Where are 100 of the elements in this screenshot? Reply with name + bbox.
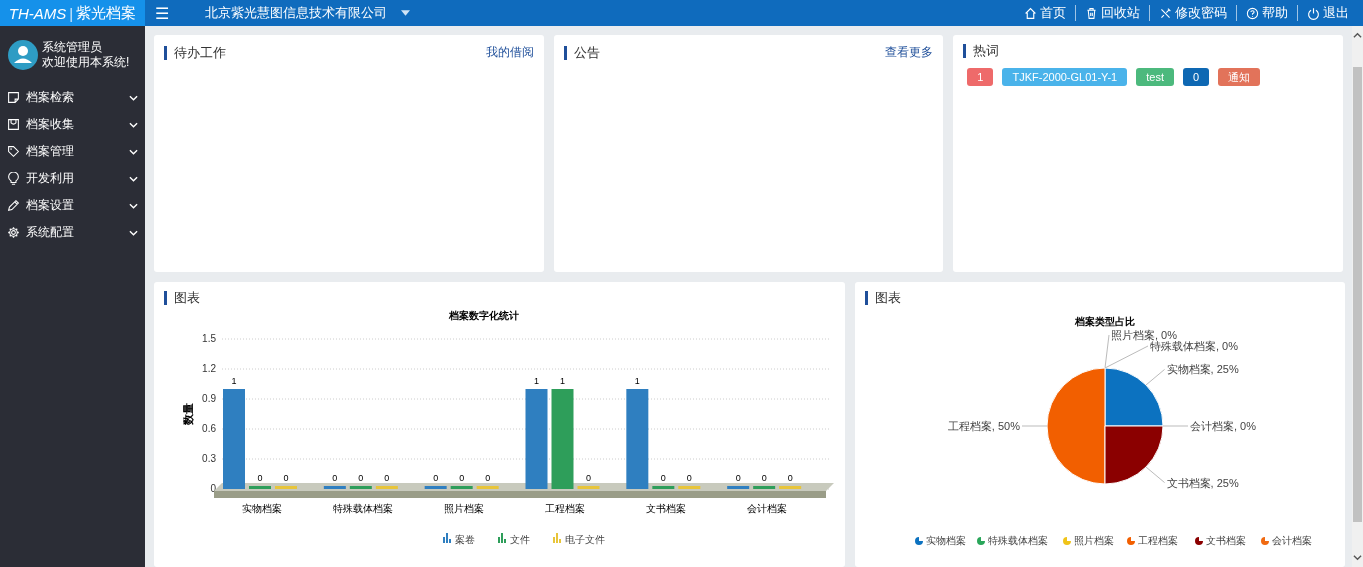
legend-item: 电子文件 bbox=[553, 532, 605, 545]
sidebar-label: 档案设置 bbox=[26, 197, 74, 214]
category-label: 实物档案 bbox=[242, 503, 283, 514]
sidebar-item[interactable]: 档案设置 bbox=[0, 192, 145, 219]
bar bbox=[652, 486, 675, 489]
welcome-text: 欢迎使用本系统! bbox=[42, 55, 130, 70]
inbox-icon bbox=[7, 118, 20, 131]
legend-label: 特殊载体档案 bbox=[988, 535, 1048, 546]
tick-label: 1.2 bbox=[202, 363, 216, 374]
scroll-up-icon[interactable] bbox=[1353, 32, 1362, 39]
data-label: 0 bbox=[787, 473, 793, 483]
category-label: 工程档案 bbox=[544, 503, 585, 514]
bar bbox=[450, 486, 473, 489]
tick-label: 1.5 bbox=[202, 333, 216, 344]
sidebar-label: 开发利用 bbox=[26, 170, 74, 187]
category-label: 特殊载体档案 bbox=[333, 503, 394, 514]
leader-line bbox=[1162, 425, 1189, 427]
panel-title: 热词 bbox=[963, 44, 1000, 58]
bar bbox=[424, 486, 447, 489]
data-label: 0 bbox=[433, 473, 439, 483]
bar bbox=[678, 486, 701, 489]
scroll-down-icon[interactable] bbox=[1353, 554, 1362, 561]
category-label: 照片档案 bbox=[444, 503, 485, 514]
nav-link[interactable]: 退出 bbox=[1298, 5, 1349, 21]
bar bbox=[476, 486, 499, 489]
sidebar-label: 档案收集 bbox=[26, 116, 74, 133]
legend-item: 案卷 bbox=[443, 532, 475, 545]
nav-link[interactable]: 帮助 bbox=[1237, 5, 1298, 21]
data-label: 0 bbox=[332, 473, 338, 483]
data-label: 1 bbox=[560, 376, 565, 386]
keyword-tag[interactable]: 0 bbox=[1182, 68, 1210, 86]
bar bbox=[577, 486, 600, 489]
bar bbox=[275, 486, 297, 489]
data-label: 0 bbox=[735, 473, 741, 483]
panel-title: 待办工作 bbox=[164, 45, 226, 60]
sidebar-item[interactable]: 系统配置 bbox=[0, 219, 145, 246]
bar bbox=[323, 486, 346, 489]
data-label: 0 bbox=[358, 473, 364, 483]
keyword-tag[interactable]: 1 bbox=[967, 68, 994, 86]
trash-icon bbox=[1085, 6, 1098, 20]
sidebar-label: 系统配置 bbox=[26, 224, 74, 241]
legend-item: 文书档案 bbox=[1195, 535, 1246, 546]
chart-title: 档案数字化统计 bbox=[449, 310, 519, 321]
legend-item: 文件 bbox=[498, 532, 530, 545]
legend-item: 特殊载体档案 bbox=[977, 535, 1048, 546]
user-name: 系统管理员 bbox=[42, 40, 103, 55]
sidebar-item[interactable]: 开发利用 bbox=[0, 165, 145, 192]
sidebar-item[interactable]: 档案收集 bbox=[0, 111, 145, 138]
data-label: 0 bbox=[485, 473, 491, 483]
power-icon bbox=[1307, 6, 1320, 20]
chart-title: 档案类型占比 bbox=[1075, 316, 1135, 327]
avatar-icon bbox=[8, 40, 38, 70]
sidebar-item[interactable]: 档案检索 bbox=[0, 84, 145, 111]
data-label: 0 bbox=[283, 473, 289, 483]
nav-link[interactable]: 首页 bbox=[1015, 5, 1076, 21]
bar bbox=[249, 486, 271, 489]
panel-title: 图表 bbox=[865, 291, 901, 305]
more-link[interactable]: 查看更多 bbox=[885, 44, 934, 61]
lightbulb-icon bbox=[7, 172, 20, 185]
slice-label: 工程档案, 50% bbox=[947, 420, 1020, 432]
data-label: 1 bbox=[534, 376, 539, 386]
pencil-icon bbox=[7, 199, 20, 212]
leader-line bbox=[1145, 466, 1166, 484]
organization-dropdown[interactable]: 北京紫光慧图信息技术有限公司 bbox=[179, 4, 420, 22]
data-label: 0 bbox=[257, 473, 263, 483]
bar bbox=[779, 486, 802, 489]
slice-label: 会计档案, 0% bbox=[1190, 420, 1256, 432]
bar bbox=[727, 486, 750, 489]
app-logo: TH-AMS | 紫光档案 bbox=[0, 0, 145, 26]
legend-label: 工程档案 bbox=[1138, 535, 1178, 546]
sidebar-item[interactable]: 档案管理 bbox=[0, 138, 145, 165]
category-label: 文书档案 bbox=[645, 503, 686, 514]
keyword-tag[interactable]: 通知 bbox=[1218, 68, 1261, 86]
legend-label: 照片档案 bbox=[1074, 535, 1114, 546]
tick-label: 0.9 bbox=[202, 393, 216, 404]
menu-button[interactable]: ☰ bbox=[145, 3, 179, 23]
bar bbox=[375, 486, 398, 489]
slice-label: 文书档案, 25% bbox=[1166, 476, 1239, 489]
slice-label: 实物档案, 25% bbox=[1166, 363, 1239, 376]
tools-icon bbox=[1159, 6, 1172, 20]
tick-label: 0.3 bbox=[202, 453, 216, 464]
data-label: 0 bbox=[384, 473, 390, 483]
scrollbar[interactable] bbox=[1352, 26, 1363, 567]
caret-icon bbox=[401, 10, 410, 16]
settings-icon bbox=[7, 226, 20, 239]
slice-label: 特殊载体档案, 0% bbox=[1150, 340, 1238, 352]
data-label: 0 bbox=[459, 473, 465, 483]
legend-item: 照片档案 bbox=[1063, 535, 1114, 546]
nav-link[interactable]: 修改密码 bbox=[1150, 5, 1237, 21]
tag-icon bbox=[7, 145, 20, 158]
data-label: 0 bbox=[660, 473, 666, 483]
legend-item: 工程档案 bbox=[1127, 535, 1178, 546]
nav-link[interactable]: 回收站 bbox=[1076, 5, 1150, 21]
data-label: 0 bbox=[686, 473, 692, 483]
legend-label: 会计档案 bbox=[1272, 535, 1312, 546]
panel-title: 公告 bbox=[563, 45, 600, 60]
slice-label: 照片档案, 0% bbox=[1111, 329, 1177, 341]
note-icon bbox=[7, 91, 20, 104]
more-link[interactable]: 我的借阅 bbox=[485, 44, 534, 61]
help-icon bbox=[1246, 6, 1259, 20]
